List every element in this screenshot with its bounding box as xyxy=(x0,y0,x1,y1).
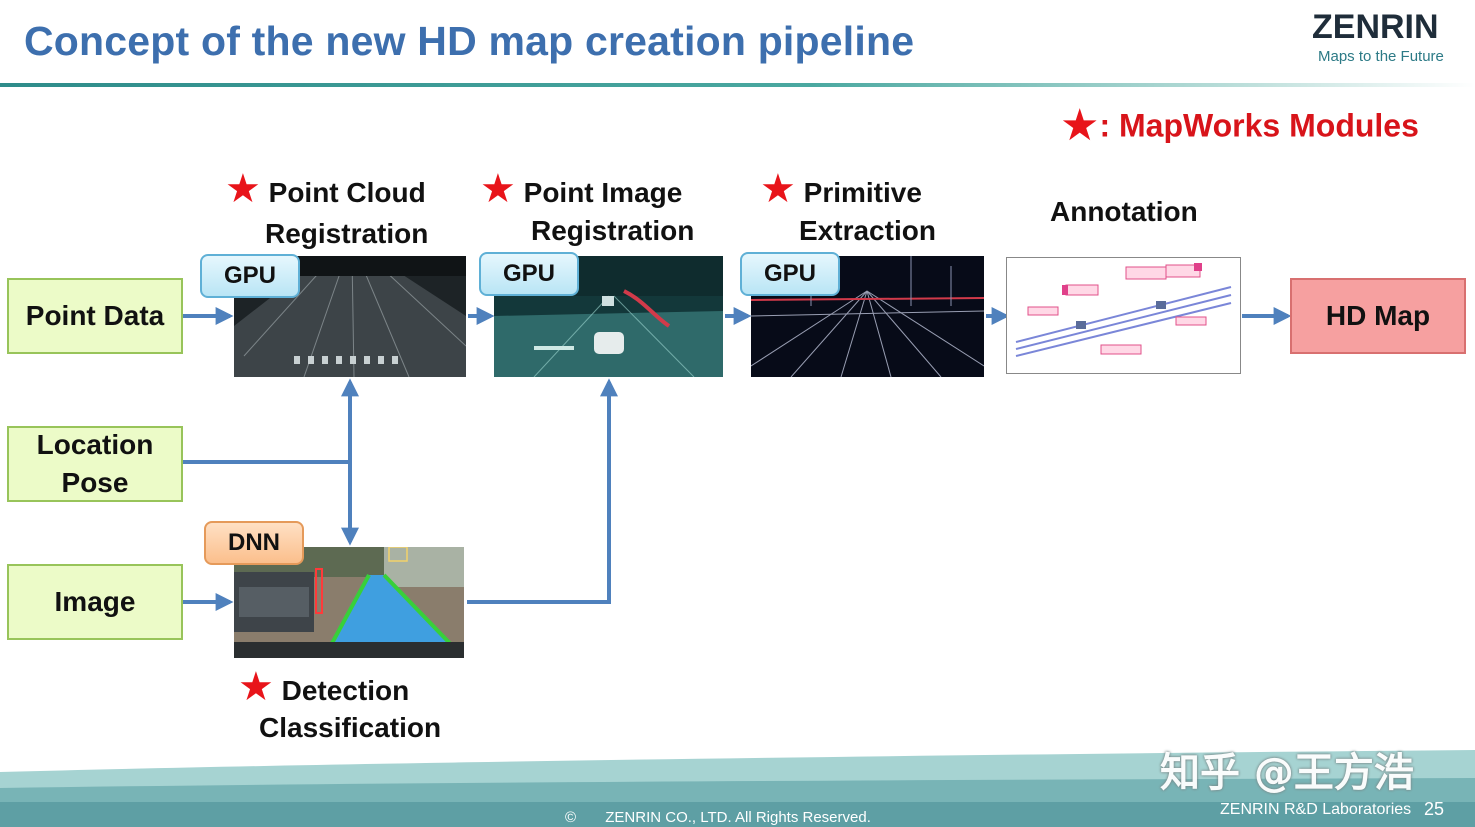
label-detection: ★ Detection xyxy=(238,665,410,709)
zhihu-watermark: 知乎 @王方浩 xyxy=(1160,750,1414,796)
label-point-image-2: Registration xyxy=(531,215,695,246)
label-point-cloud: ★ Point Cloud xyxy=(225,167,426,211)
gpu-badge-point-cloud: GPU xyxy=(200,254,300,298)
star-icon: ★ xyxy=(760,167,796,211)
label-annotation: Annotation xyxy=(1050,196,1198,227)
output-hd-map: HD Map xyxy=(1290,278,1466,354)
input-image: Image xyxy=(7,564,183,640)
label-primitive: ★ Primitive xyxy=(760,167,922,211)
arrow-detection-to-pointimage xyxy=(467,378,618,604)
footer-lab: ZENRIN R&D Laboratories xyxy=(1220,801,1412,818)
input-point-data: Point Data xyxy=(7,278,183,354)
page-number: 25 xyxy=(1424,799,1445,819)
label-primitive-2: Extraction xyxy=(799,215,936,246)
star-icon: ★ xyxy=(238,665,274,709)
input-location-pose: Location Pose xyxy=(7,426,183,502)
star-icon: ★ xyxy=(225,167,261,211)
annotation-thumbnail xyxy=(1006,257,1241,374)
pipeline-connectors xyxy=(183,307,1292,611)
label-point-image: ★ Point Image xyxy=(480,167,683,211)
star-icon: ★ xyxy=(480,167,516,211)
label-detection-2: Classification xyxy=(259,712,442,743)
label-point-cloud-2: Registration xyxy=(265,218,429,249)
gpu-badge-primitive: GPU xyxy=(740,252,840,296)
footer-copyright: © ZENRIN CO., LTD. All Rights Reserved. xyxy=(565,809,871,826)
dnn-badge-detection: DNN xyxy=(204,521,304,565)
gpu-badge-point-image: GPU xyxy=(479,252,579,296)
